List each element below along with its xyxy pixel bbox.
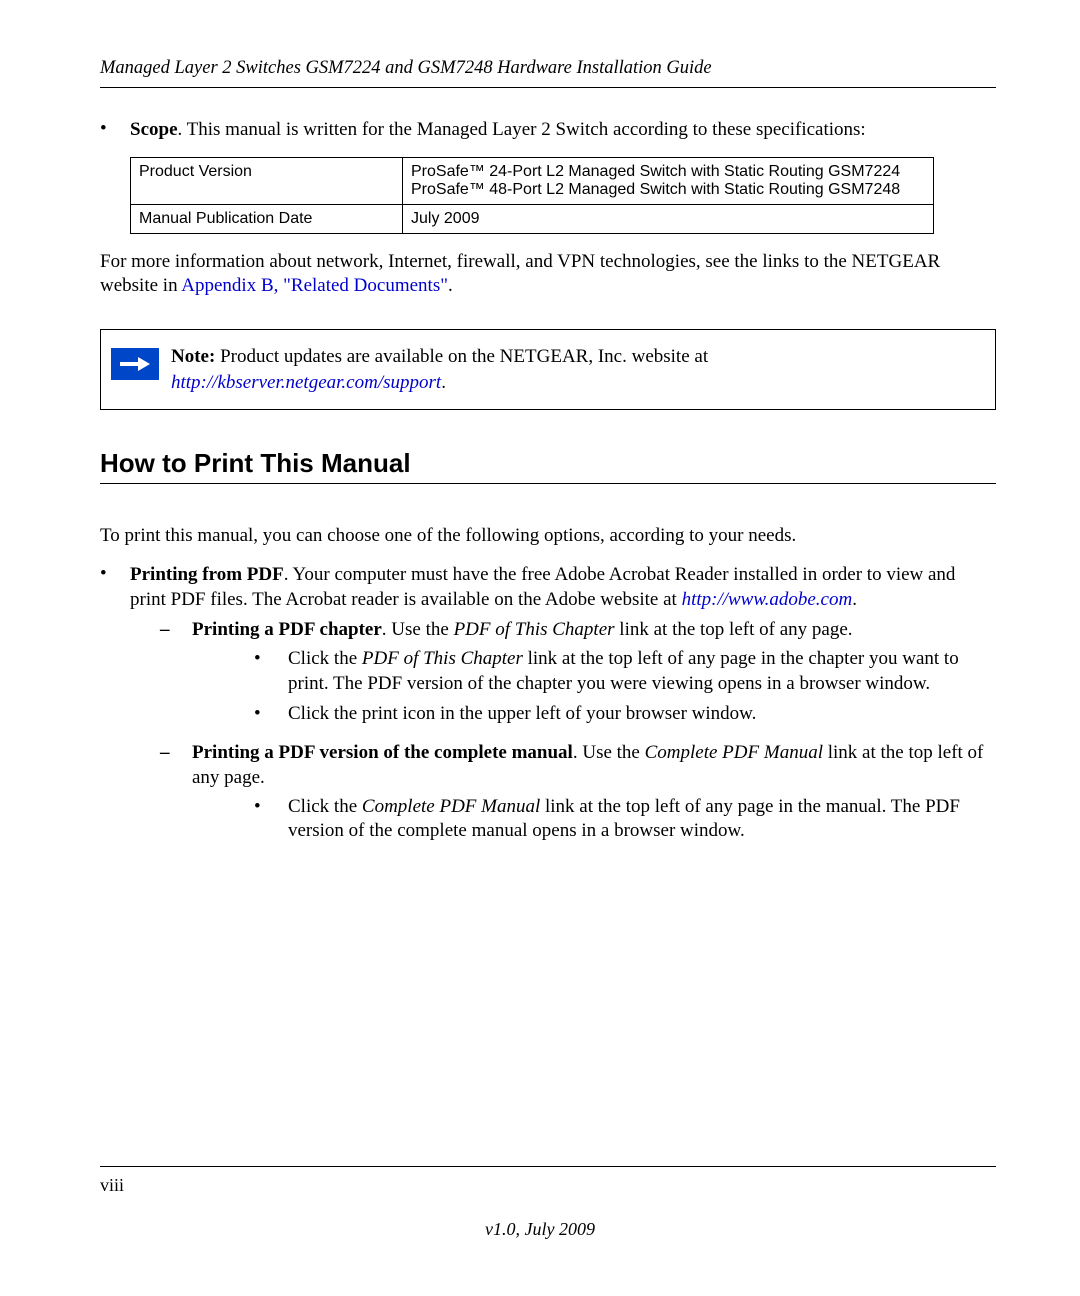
spec-value: ProSafe™ 24-Port L2 Managed Switch with …: [403, 157, 934, 204]
note-content: Note: Product updates are available on t…: [171, 344, 708, 395]
spec-line: ProSafe™ 48-Port L2 Managed Switch with …: [411, 181, 900, 198]
table-row: Manual Publication Date July 2009: [131, 204, 934, 233]
pdf-complete-step: Click the Complete PDF Manual link at th…: [288, 795, 996, 844]
pdf-chapter-step: Click the print icon in the upper left o…: [288, 702, 756, 727]
spec-line: ProSafe™ 24-Port L2 Managed Switch with …: [411, 163, 900, 180]
pdf-complete-line: Printing a PDF version of the complete m…: [192, 741, 996, 850]
appendix-link[interactable]: Appendix B, "Related Documents": [181, 275, 448, 296]
spec-label: Manual Publication Date: [131, 204, 403, 233]
table-row: Product Version ProSafe™ 24-Port L2 Mana…: [131, 157, 934, 204]
t: . Use the: [573, 742, 645, 763]
arrow-right-icon: [111, 348, 159, 380]
pdf-chapter-italic: PDF of This Chapter: [454, 619, 615, 640]
doc-header-title: Managed Layer 2 Switches GSM7224 and GSM…: [100, 58, 996, 88]
print-intro: To print this manual, you can choose one…: [100, 524, 996, 549]
pdf-chapter-step: Click the PDF of This Chapter link at th…: [288, 647, 996, 696]
pdf-complete-italic: Complete PDF Manual: [645, 742, 823, 763]
section-heading: How to Print This Manual: [100, 448, 996, 484]
pdf-complete-label: Printing a PDF version of the complete m…: [192, 742, 573, 763]
note-label: Note:: [171, 346, 215, 367]
adobe-link[interactable]: http://www.adobe.com: [682, 589, 853, 610]
note-suffix: .: [441, 372, 446, 393]
page-number: viii: [100, 1175, 124, 1195]
t: . Use the: [382, 619, 454, 640]
pdf-chapter-label: Printing a PDF chapter: [192, 619, 382, 640]
dot-marker: •: [254, 647, 288, 696]
scope-label: Scope: [130, 119, 178, 140]
scope-text: . This manual is written for the Managed…: [178, 119, 866, 140]
i: Complete PDF Manual: [362, 796, 540, 817]
pdf-chapter-line: Printing a PDF chapter. Use the PDF of T…: [192, 618, 996, 733]
scope-line: Scope. This manual is written for the Ma…: [130, 118, 866, 143]
bullet-marker: •: [100, 563, 130, 858]
t: link at the top left of any page.: [615, 619, 853, 640]
dot-marker: •: [254, 702, 288, 727]
dot-marker: •: [254, 795, 288, 844]
pdf-suffix: .: [852, 589, 857, 610]
footer-version: v1.0, July 2009: [0, 1219, 1080, 1240]
printing-from-pdf: Printing from PDF. Your computer must ha…: [130, 563, 996, 858]
note-text-body: Product updates are available on the NET…: [215, 346, 708, 367]
more-info-paragraph: For more information about network, Inte…: [100, 250, 996, 299]
dash-marker: –: [160, 618, 192, 733]
more-info-suffix: .: [448, 275, 453, 296]
t: Click the: [288, 796, 362, 817]
support-url-link[interactable]: http://kbserver.netgear.com/support: [171, 372, 441, 393]
spec-table: Product Version ProSafe™ 24-Port L2 Mana…: [130, 157, 934, 234]
t: Click the: [288, 648, 362, 669]
i: PDF of This Chapter: [362, 648, 523, 669]
dash-marker: –: [160, 741, 192, 850]
spec-value: July 2009: [403, 204, 934, 233]
pdf-label: Printing from PDF: [130, 564, 284, 585]
note-box: Note: Product updates are available on t…: [100, 329, 996, 410]
bullet-marker: •: [100, 118, 130, 143]
spec-label: Product Version: [131, 157, 403, 204]
footer-rule: viii: [100, 1166, 996, 1196]
